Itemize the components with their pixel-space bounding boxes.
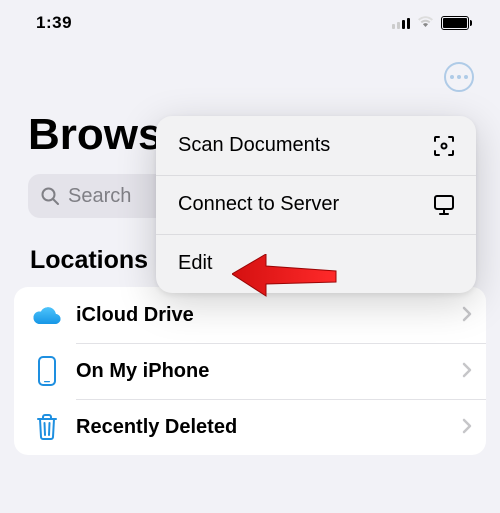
cloud-icon — [28, 304, 66, 326]
status-indicators — [392, 14, 472, 33]
location-label: Recently Deleted — [76, 416, 462, 439]
chevron-right-icon — [462, 302, 472, 328]
location-row-icloud[interactable]: iCloud Drive — [14, 287, 486, 343]
menu-label: Edit — [178, 252, 212, 275]
cellular-icon — [392, 18, 410, 29]
wifi-icon — [416, 14, 435, 33]
server-icon — [432, 193, 456, 217]
locations-list: iCloud Drive On My iPhone Recentl — [14, 287, 486, 455]
chevron-right-icon — [462, 358, 472, 384]
menu-connect-server[interactable]: Connect to Server — [156, 175, 476, 234]
more-button[interactable] — [444, 62, 474, 92]
chevron-right-icon — [462, 414, 472, 440]
menu-label: Scan Documents — [178, 134, 330, 157]
menu-edit[interactable]: Edit — [156, 234, 476, 293]
header-actions — [0, 46, 500, 92]
search-placeholder: Search — [68, 185, 131, 208]
location-label: iCloud Drive — [76, 304, 462, 327]
menu-scan-documents[interactable]: Scan Documents — [156, 116, 476, 175]
context-menu: Scan Documents Connect to Server Edit — [156, 116, 476, 293]
trash-icon — [28, 413, 66, 441]
location-row-onmyiphone[interactable]: On My iPhone — [14, 343, 486, 399]
iphone-icon — [28, 356, 66, 386]
scan-icon — [432, 134, 456, 158]
location-row-recentlydeleted[interactable]: Recently Deleted — [14, 399, 486, 455]
status-time: 1:39 — [36, 13, 72, 33]
location-label: On My iPhone — [76, 360, 462, 383]
battery-icon — [441, 16, 472, 30]
menu-label: Connect to Server — [178, 193, 339, 216]
search-icon — [40, 186, 60, 206]
status-bar: 1:39 — [0, 0, 500, 46]
